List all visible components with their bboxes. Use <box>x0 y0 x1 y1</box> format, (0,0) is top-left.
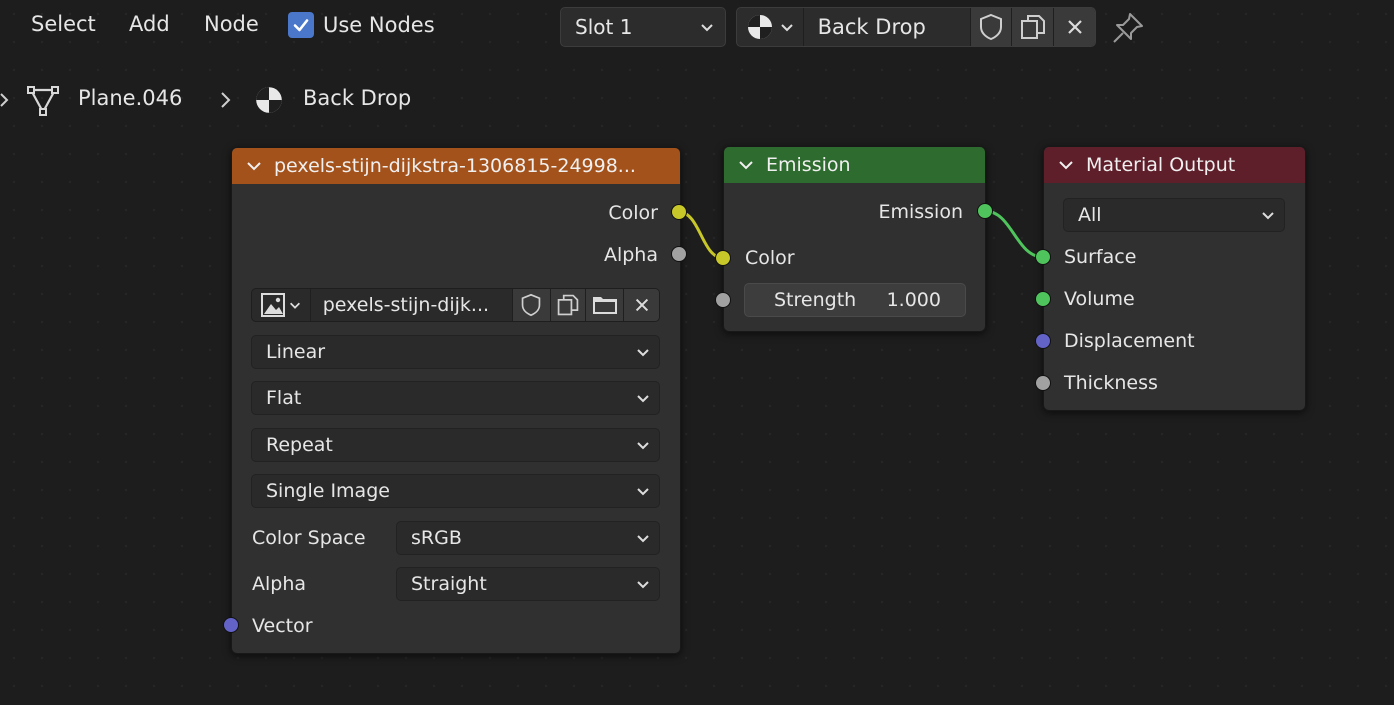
extension-dropdown[interactable]: Repeat <box>251 428 660 462</box>
color-space-label: Color Space <box>252 527 366 549</box>
chevron-down-icon <box>637 535 649 543</box>
projection-value: Flat <box>266 387 302 409</box>
node-header[interactable]: pexels-stijn-dijkstra-1306815-24998... <box>232 148 680 184</box>
link-shader[interactable] <box>984 209 1044 259</box>
socket-image-alpha-out[interactable] <box>671 246 687 262</box>
output-alpha-label: Alpha <box>603 244 658 266</box>
chevron-down-icon <box>637 442 649 450</box>
socket-image-vector-in[interactable] <box>223 617 239 633</box>
alpha-mode-dropdown[interactable]: Straight <box>396 567 660 601</box>
chevron-down-icon <box>637 349 649 357</box>
input-surface-label: Surface <box>1064 246 1137 268</box>
node-title: Material Output <box>1086 154 1236 176</box>
output-color-label: Color <box>608 202 658 224</box>
interpolation-value: Linear <box>266 341 326 363</box>
open-image-button[interactable] <box>585 289 624 321</box>
color-space-value: sRGB <box>411 527 462 549</box>
close-icon <box>635 298 648 312</box>
socket-output-volume-in[interactable] <box>1035 291 1051 307</box>
image-icon <box>260 293 285 317</box>
extension-value: Repeat <box>266 434 333 456</box>
chevron-down-icon <box>637 581 649 589</box>
image-texture-node[interactable]: pexels-stijn-dijkstra-1306815-24998... C… <box>231 147 681 654</box>
image-browse-button[interactable] <box>252 289 310 321</box>
node-title: pexels-stijn-dijkstra-1306815-24998... <box>274 155 636 177</box>
collapse-chevron-icon[interactable] <box>1058 157 1074 173</box>
shield-icon <box>521 293 541 317</box>
interpolation-dropdown[interactable]: Linear <box>251 335 660 369</box>
image-datablock[interactable]: pexels-stijn-dijk... <box>251 288 660 322</box>
collapse-chevron-icon[interactable] <box>246 158 262 174</box>
socket-emission-color-in[interactable] <box>715 250 731 266</box>
strength-value: 1.000 <box>886 289 941 311</box>
duplicate-icon <box>557 294 579 316</box>
fake-user-button[interactable] <box>511 289 550 321</box>
chevron-down-icon <box>1262 212 1274 220</box>
unlink-image-button[interactable] <box>623 289 659 321</box>
source-dropdown[interactable]: Single Image <box>251 474 660 508</box>
node-title: Emission <box>766 154 851 176</box>
target-dropdown[interactable]: All <box>1063 198 1285 232</box>
alpha-mode-value: Straight <box>411 573 487 595</box>
collapse-chevron-icon[interactable] <box>738 157 754 173</box>
chevron-down-icon <box>289 302 300 309</box>
alpha-mode-label: Alpha <box>252 573 307 595</box>
color-space-dropdown[interactable]: sRGB <box>396 521 660 555</box>
node-header[interactable]: Material Output <box>1044 147 1305 183</box>
socket-emission-strength-in[interactable] <box>715 292 731 308</box>
strength-field[interactable]: Strength 1.000 <box>744 283 966 317</box>
image-name-field[interactable]: pexels-stijn-dijk... <box>309 289 512 321</box>
socket-emission-out[interactable] <box>977 203 993 219</box>
folder-icon <box>592 297 617 314</box>
chevron-down-icon <box>637 488 649 496</box>
input-displacement-label: Displacement <box>1064 330 1195 352</box>
input-thickness-label: Thickness <box>1064 372 1158 394</box>
emission-node[interactable]: Emission Emission Color Strength 1.000 <box>723 146 986 332</box>
socket-image-color-out[interactable] <box>671 204 687 220</box>
projection-dropdown[interactable]: Flat <box>251 381 660 415</box>
input-vector-label: Vector <box>252 615 313 637</box>
strength-label: Strength <box>774 289 857 311</box>
duplicate-button[interactable] <box>549 289 586 321</box>
socket-output-thickness-in[interactable] <box>1035 375 1051 391</box>
socket-output-displacement-in[interactable] <box>1035 333 1051 349</box>
input-volume-label: Volume <box>1064 288 1135 310</box>
output-emission-label: Emission <box>878 201 963 223</box>
target-value: All <box>1078 204 1102 226</box>
material-output-node[interactable]: Material Output All Surface Volume Displ… <box>1043 146 1306 411</box>
input-color-label: Color <box>745 247 795 269</box>
chevron-down-icon <box>637 395 649 403</box>
source-value: Single Image <box>266 480 390 502</box>
node-header[interactable]: Emission <box>724 147 985 183</box>
socket-output-surface-in[interactable] <box>1035 249 1051 265</box>
